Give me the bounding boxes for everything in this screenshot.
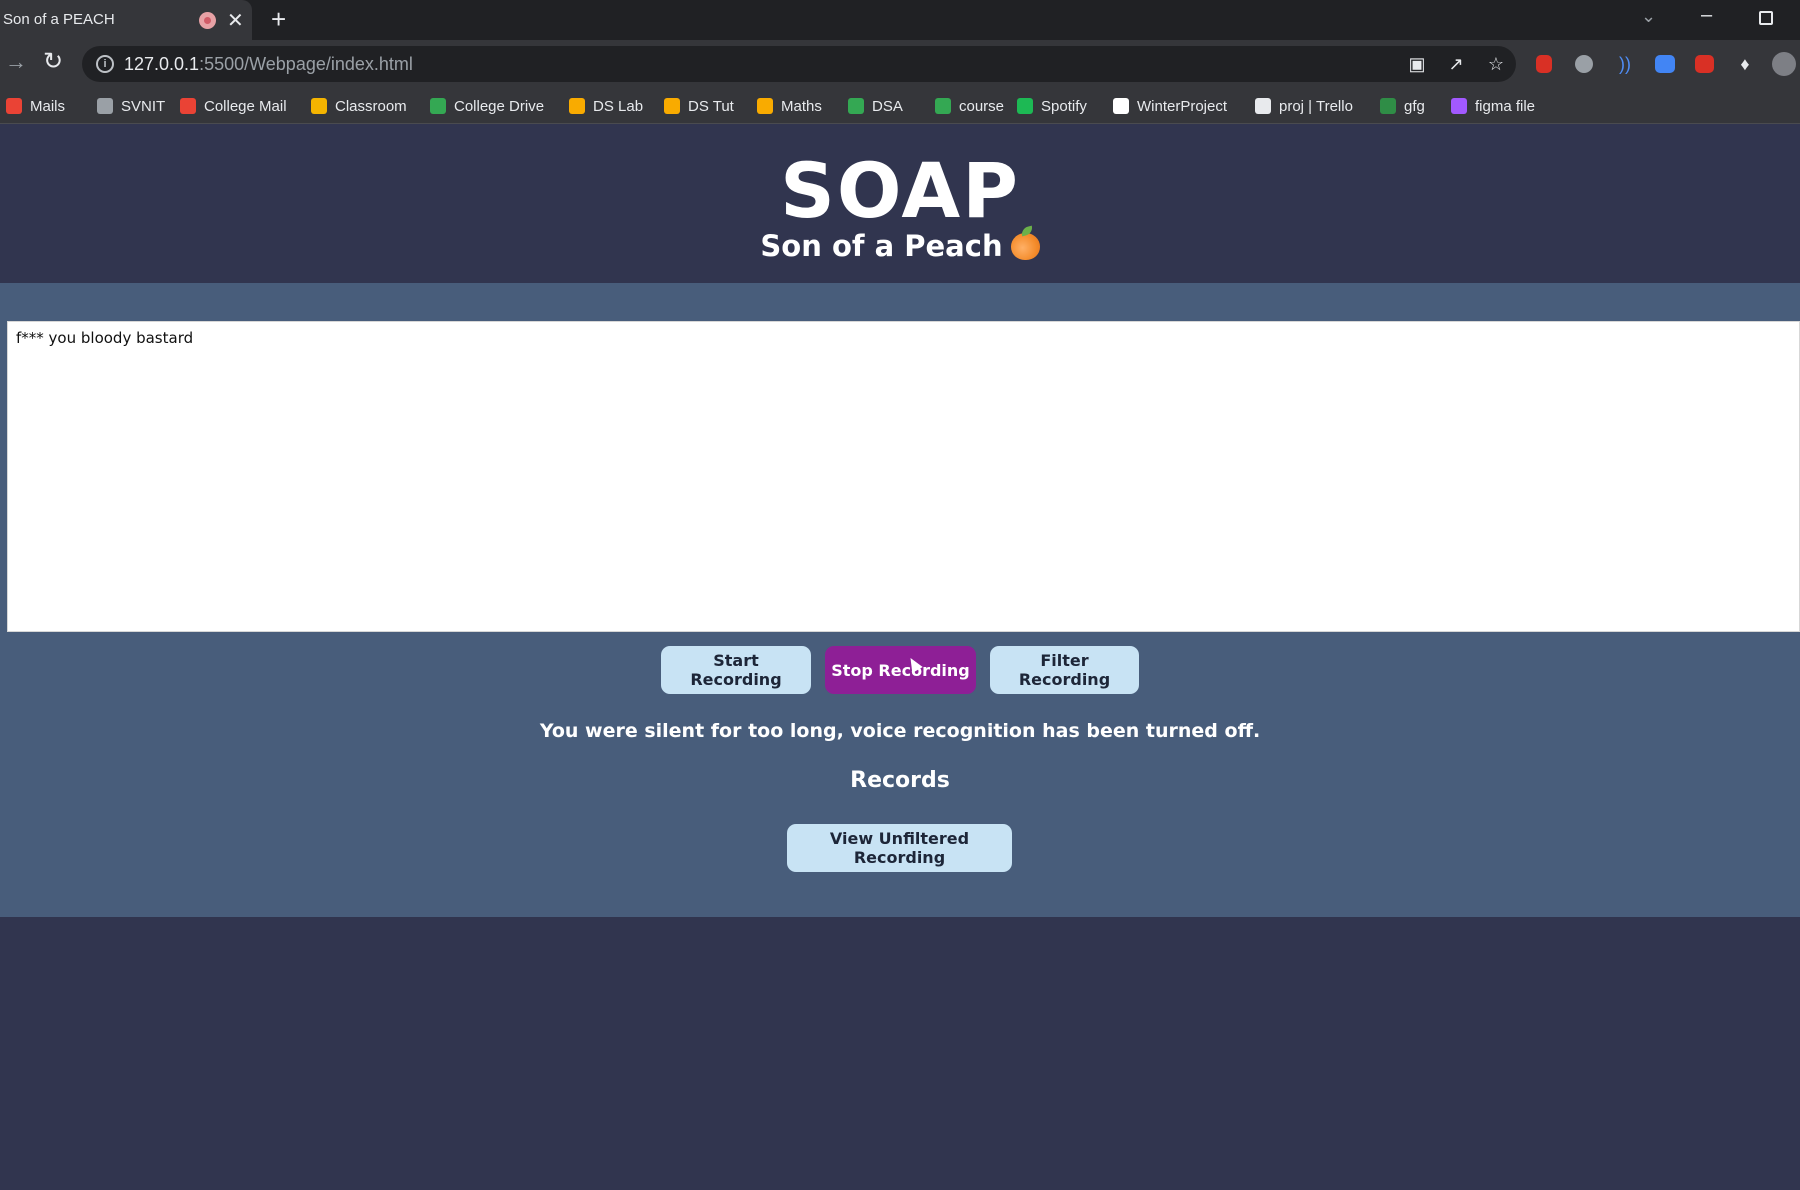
share-icon[interactable]: ↗ xyxy=(1445,53,1467,75)
bookmark-label: College Drive xyxy=(454,97,545,115)
bookmark-label: Spotify xyxy=(1041,97,1087,115)
bookmark-label: DS Tut xyxy=(688,97,734,115)
tab-title: Son of a PEACH xyxy=(3,11,115,28)
extension-lock-icon[interactable] xyxy=(1536,55,1552,73)
github-icon xyxy=(1113,98,1129,114)
audio-recording-icon[interactable] xyxy=(199,12,216,29)
minimize-window-icon[interactable]: – xyxy=(1701,4,1712,27)
page-header: SOAP Son of a Peach xyxy=(0,125,1800,283)
colab-icon xyxy=(569,98,585,114)
browser-toolbar: → ↻ i 127.0.0.1:5500/Webpage/index.html … xyxy=(0,40,1800,88)
extension-pen-icon[interactable] xyxy=(1695,55,1714,73)
bookmark-item[interactable]: DS Tut xyxy=(664,95,734,117)
bookmark-label: DSA xyxy=(872,97,903,115)
bookmark-label: DS Lab xyxy=(593,97,644,115)
classroom-icon xyxy=(311,98,327,114)
bookmark-item[interactable]: figma file xyxy=(1451,95,1535,117)
stop-recording-button[interactable]: Stop Recording xyxy=(825,646,976,694)
browser-tab-bar: Son of a PEACH ✕ + ⌄ – xyxy=(0,0,1800,40)
bookmark-item[interactable]: College Drive xyxy=(430,95,544,117)
tagline-text: Son of a Peach xyxy=(760,229,1003,263)
new-tab-icon[interactable]: + xyxy=(271,4,286,35)
drive-icon xyxy=(430,98,446,114)
bookmark-star-icon[interactable]: ☆ xyxy=(1485,53,1507,75)
drive-icon xyxy=(935,98,951,114)
extensions-puzzle-icon[interactable]: ♦ xyxy=(1734,53,1756,75)
site-info-icon[interactable]: i xyxy=(96,55,114,73)
browser-tab[interactable]: Son of a PEACH ✕ xyxy=(0,0,252,40)
bookmark-item[interactable]: College Mail xyxy=(180,95,287,117)
bookmark-item[interactable]: WinterProject xyxy=(1113,95,1227,117)
trello-icon xyxy=(1255,98,1271,114)
soap-page: SOAP Son of a Peach Start Recording Stop… xyxy=(0,125,1800,1190)
url-path: :5500/Webpage/index.html xyxy=(199,54,413,74)
bookmark-item[interactable]: Spotify xyxy=(1017,95,1087,117)
reload-icon[interactable]: ↻ xyxy=(43,47,63,76)
extension-globe-icon[interactable] xyxy=(1575,55,1593,73)
sheet-4-icon xyxy=(848,98,864,114)
bookmark-label: Classroom xyxy=(335,97,407,115)
gmail-icon xyxy=(6,98,22,114)
status-message: You were silent for too long, voice reco… xyxy=(539,720,1261,742)
bookmark-item[interactable]: Classroom xyxy=(311,95,407,117)
app-tagline: Son of a Peach xyxy=(0,229,1800,263)
bookmark-label: course xyxy=(959,97,1005,115)
tab-close-icon[interactable]: ✕ xyxy=(227,8,244,33)
bookmark-label: College Mail xyxy=(204,97,287,115)
bookmark-item[interactable]: SVNIT xyxy=(97,95,165,117)
bookmark-label: figma file xyxy=(1475,97,1536,115)
app-logo: SOAP xyxy=(780,146,1020,235)
bookmark-label: proj | Trello xyxy=(1279,97,1353,115)
peach-icon xyxy=(1010,233,1040,260)
colab-icon xyxy=(664,98,680,114)
profile-avatar[interactable] xyxy=(1772,52,1796,76)
address-url: 127.0.0.1:5500/Webpage/index.html xyxy=(124,54,413,75)
view-unfiltered-recording-button[interactable]: View Unfiltered Recording xyxy=(787,824,1012,872)
bookmark-item[interactable]: gfg xyxy=(1380,95,1425,117)
start-recording-button[interactable]: Start Recording xyxy=(661,646,811,694)
address-bar[interactable]: i 127.0.0.1:5500/Webpage/index.html xyxy=(82,46,1516,82)
extension-audio-icon[interactable]: )) xyxy=(1614,53,1636,75)
bookmark-label: gfg xyxy=(1404,97,1425,115)
recording-controls: Start Recording Stop Recording Filter Re… xyxy=(0,646,1800,696)
gmail-icon xyxy=(180,98,196,114)
bookmark-item[interactable]: course xyxy=(935,95,1004,117)
forward-arrow-icon[interactable]: → xyxy=(5,49,27,75)
figma-icon xyxy=(1451,98,1467,114)
bookmark-item[interactable]: proj | Trello xyxy=(1255,95,1353,117)
bookmark-item[interactable]: DSA xyxy=(848,95,903,117)
bookmarks-bar: Mails SVNIT College Mail Classroom College D… xyxy=(0,88,1800,124)
gfg-icon xyxy=(1380,98,1396,114)
tab-search-chevron-icon[interactable]: ⌄ xyxy=(1641,6,1656,27)
recorder-section: Start Recording Stop Recording Filter Re… xyxy=(0,283,1800,917)
extension-translate-icon[interactable] xyxy=(1655,55,1675,73)
colab-icon xyxy=(757,98,773,114)
bookmark-item[interactable]: Mails xyxy=(6,95,65,117)
spotify-icon xyxy=(1017,98,1033,114)
records-heading: Records xyxy=(850,768,950,793)
bookmark-label: Maths xyxy=(781,97,822,115)
location-icon xyxy=(97,98,113,114)
transcript-textarea[interactable] xyxy=(7,321,1800,632)
bookmark-item[interactable]: Maths xyxy=(757,95,822,117)
bookmark-label: Mails xyxy=(30,97,66,115)
filter-recording-button[interactable]: Filter Recording xyxy=(990,646,1139,694)
bookmark-item[interactable]: DS Lab xyxy=(569,95,643,117)
maximize-window-icon[interactable] xyxy=(1759,11,1773,25)
camera-in-use-icon[interactable]: ▣ xyxy=(1406,53,1428,75)
bookmark-label: WinterProject xyxy=(1137,97,1228,115)
url-host: 127.0.0.1 xyxy=(124,54,200,74)
bookmark-label: SVNIT xyxy=(121,97,166,115)
